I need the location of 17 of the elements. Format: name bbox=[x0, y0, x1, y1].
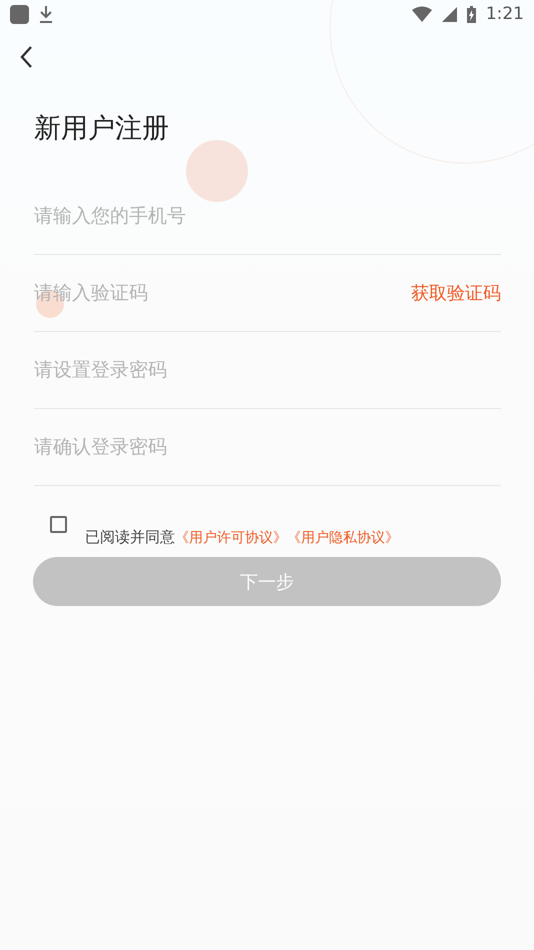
wifi-icon bbox=[412, 6, 432, 22]
get-code-button[interactable]: 获取验证码 bbox=[411, 281, 501, 305]
download-icon bbox=[39, 6, 53, 22]
decor-circle bbox=[186, 140, 248, 202]
input-field[interactable]: 请输入验证码 bbox=[34, 273, 411, 313]
input-field[interactable]: 请输入您的手机号 bbox=[34, 196, 501, 236]
agreement-link[interactable]: 《用户许可协议》 bbox=[175, 529, 287, 547]
signal-icon bbox=[442, 6, 457, 22]
agreement-link[interactable]: 《用户隐私协议》 bbox=[287, 529, 399, 547]
agreement-checkbox[interactable] bbox=[50, 516, 67, 533]
battery-icon bbox=[466, 6, 476, 22]
page-title: 新用户注册 bbox=[34, 112, 169, 146]
notification-icon bbox=[10, 4, 29, 24]
input-field[interactable]: 请设置登录密码 bbox=[34, 350, 501, 390]
input-field[interactable]: 请确认登录密码 bbox=[34, 427, 501, 467]
agreement-text: 已阅读并同意 bbox=[85, 528, 175, 547]
status-time: 1:21 bbox=[486, 4, 524, 24]
